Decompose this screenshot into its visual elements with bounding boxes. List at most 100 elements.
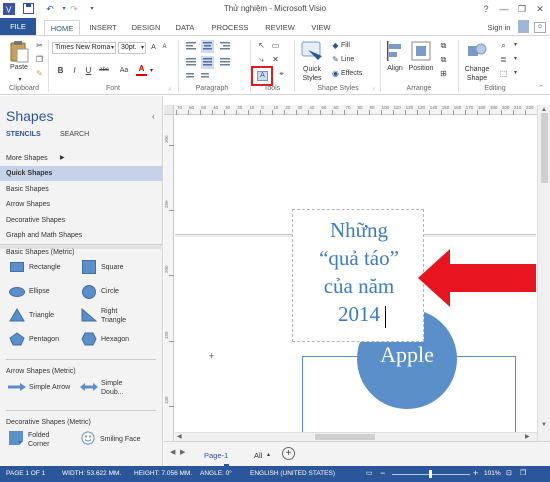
scroll-right-icon[interactable]: ▶	[525, 433, 530, 440]
simple-double-arrow-shape-icon[interactable]	[80, 383, 98, 391]
stencil-basic-shapes[interactable]: Basic Shapes	[0, 182, 163, 197]
fill-button[interactable]: Fill	[341, 42, 350, 49]
horizontal-scroll-thumb[interactable]	[315, 434, 375, 440]
pentagon-shape-icon[interactable]	[9, 332, 25, 346]
select-icon[interactable]: ⬚	[498, 68, 509, 79]
underline-button[interactable]: U	[83, 65, 94, 76]
format-painter-icon[interactable]: ✎	[34, 68, 45, 79]
tab-search[interactable]: SEARCH	[60, 131, 89, 138]
ellipse-label[interactable]: Ellipse	[29, 288, 50, 295]
change-shape-icon[interactable]	[466, 40, 488, 62]
add-page-button[interactable]: +	[282, 447, 295, 460]
ribbon-options-icon[interactable]: ☺	[534, 22, 546, 33]
copy-icon[interactable]: ❐	[34, 54, 45, 65]
tab-file[interactable]: FILE	[0, 18, 36, 36]
tab-data[interactable]: DATA	[170, 20, 200, 36]
pentagon-label[interactable]: Pentagon	[29, 336, 59, 343]
simple-arrow-label[interactable]: Simple Arrow	[29, 384, 70, 391]
circle-label[interactable]: Circle	[101, 288, 119, 295]
tab-home[interactable]: HOME	[44, 20, 80, 36]
drawing-canvas[interactable]: Apple Những “quả táo” của năm 2014 +	[175, 116, 536, 433]
rectangle-shape-icon[interactable]	[10, 262, 24, 272]
grow-font-icon[interactable]: A	[148, 42, 159, 53]
effects-icon[interactable]: ◉	[330, 68, 341, 79]
pointer-tool-icon[interactable]: ↖	[256, 40, 267, 51]
next-page-icon[interactable]: ▶	[180, 448, 185, 456]
change-shape-button[interactable]: Change Shape	[460, 65, 494, 83]
position-icon[interactable]	[410, 40, 432, 62]
quick-styles-icon[interactable]	[300, 40, 324, 64]
strikethrough-button[interactable]: abc	[96, 65, 112, 76]
stencil-arrow-shapes[interactable]: Arrow Shapes	[0, 197, 163, 212]
line-icon[interactable]: ✎	[330, 54, 341, 65]
fit-page-icon[interactable]: ⊡	[506, 469, 512, 477]
tab-view[interactable]: VIEW	[306, 20, 336, 36]
cut-icon[interactable]: ✂	[34, 40, 45, 51]
font-color-dropdown-icon[interactable]: ▾	[150, 67, 153, 74]
collapse-ribbon-icon[interactable]: ⌃	[538, 84, 544, 92]
horizontal-scrollbar[interactable]: ◀ ▶	[175, 432, 537, 441]
tab-insert[interactable]: INSERT	[84, 20, 122, 36]
presentation-mode-icon[interactable]: ▭	[366, 469, 373, 477]
rectangle-tool-icon[interactable]: ▭	[270, 40, 281, 51]
folded-corner-shape-icon[interactable]	[9, 431, 23, 445]
font-dialog-launcher-icon[interactable]: ⌟	[168, 84, 171, 91]
change-case-button[interactable]: Aa	[117, 65, 131, 76]
sign-in-link[interactable]: Sign in	[484, 20, 514, 36]
smiling-face-shape-icon[interactable]	[81, 431, 95, 445]
page-tab-current[interactable]: Page-1	[204, 451, 228, 460]
shape-styles-dialog-launcher-icon[interactable]: ⌟	[372, 84, 375, 91]
line-button[interactable]: Line	[341, 56, 354, 63]
alignment-icons[interactable]	[184, 40, 240, 84]
vertical-scroll-thumb[interactable]	[541, 113, 548, 183]
minimize-button[interactable]: —	[496, 2, 512, 16]
align-icon[interactable]	[384, 40, 406, 62]
vertical-scrollbar[interactable]: ▲ ▼	[537, 105, 550, 441]
quick-styles-button[interactable]: Quick Styles	[296, 65, 328, 83]
stencil-graph-math-shapes[interactable]: Graph and Math Shapes	[0, 228, 163, 243]
tab-process[interactable]: PROCESS	[208, 20, 252, 36]
bring-forward-icon[interactable]: ⧉	[438, 40, 449, 51]
group-icon[interactable]: ⊞	[438, 68, 449, 79]
paste-icon[interactable]	[8, 40, 30, 64]
switch-windows-icon[interactable]: ❐	[520, 469, 526, 477]
stencil-more-shapes[interactable]: More Shapes ▶	[0, 151, 163, 166]
layers-dropdown-icon[interactable]: ▾	[510, 54, 521, 65]
fill-icon[interactable]: ◆	[330, 40, 341, 51]
font-size-dropdown-icon[interactable]: ▾	[141, 44, 144, 51]
position-button[interactable]: Position	[405, 65, 437, 72]
zoom-out-icon[interactable]: −	[380, 468, 385, 478]
stencil-decorative-shapes[interactable]: Decorative Shapes	[0, 213, 163, 228]
scroll-down-icon[interactable]: ▼	[541, 422, 547, 428]
all-pages-dropdown-icon[interactable]: ▴	[267, 451, 270, 458]
close-button[interactable]: ✕	[532, 2, 548, 16]
scroll-left-icon[interactable]: ◀	[177, 433, 182, 440]
effects-button[interactable]: Effects	[341, 70, 362, 77]
status-language[interactable]: ENGLISH (UNITED STATES)	[250, 470, 335, 477]
select-dropdown-icon[interactable]: ▾	[510, 68, 521, 79]
tab-stencils[interactable]: STENCILS	[6, 131, 41, 138]
square-label[interactable]: Square	[101, 264, 124, 271]
all-pages-button[interactable]: All	[254, 451, 262, 460]
hexagon-label[interactable]: Hexagon	[101, 336, 129, 343]
help-button[interactable]: ?	[478, 2, 494, 16]
square-shape-icon[interactable]	[82, 260, 96, 274]
find-icon[interactable]: ⌕	[498, 40, 509, 51]
font-color-icon[interactable]: A	[136, 63, 147, 74]
text-box[interactable]: Những “quả táo” của năm 2014	[292, 209, 424, 342]
bold-button[interactable]: B	[55, 65, 66, 76]
circle-shape-icon[interactable]	[82, 285, 96, 299]
smiling-face-label[interactable]: Smiling Face	[100, 436, 140, 443]
send-backward-icon[interactable]: ⧉	[438, 54, 449, 65]
paste-dropdown-icon[interactable]: ▾	[16, 76, 24, 83]
ellipse-shape-icon[interactable]	[9, 287, 25, 297]
font-family-select[interactable]: Times New Roma	[52, 42, 116, 54]
zoom-slider-thumb[interactable]	[429, 470, 432, 478]
layers-icon[interactable]: ≣	[498, 54, 509, 65]
right-triangle-label[interactable]: Right Triangle	[101, 307, 141, 325]
triangle-label[interactable]: Triangle	[29, 312, 54, 319]
more-tools-icon[interactable]: ⌖	[276, 68, 287, 79]
find-dropdown-icon[interactable]: ▾	[510, 40, 521, 51]
text-tool-button[interactable]: A	[251, 66, 273, 86]
stencil-quick-shapes[interactable]: Quick Shapes	[0, 166, 163, 181]
